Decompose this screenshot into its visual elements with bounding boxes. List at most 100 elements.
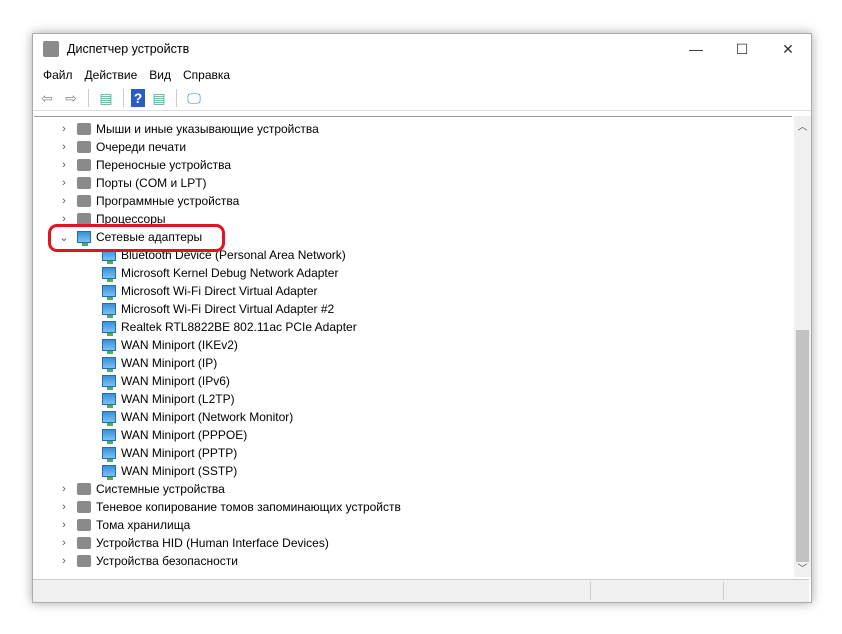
device-category-icon <box>77 123 91 135</box>
tree-item-label: WAN Miniport (Network Monitor) <box>121 410 294 424</box>
menu-help[interactable]: Справка <box>177 68 236 82</box>
tree-category[interactable]: › Системные устройства <box>57 480 225 498</box>
tree-item-label: Тома хранилища <box>96 518 191 532</box>
device-category-icon <box>77 195 91 207</box>
tree-item-label: Системные устройства <box>96 482 225 496</box>
tree-item-label: WAN Miniport (SSTP) <box>121 464 238 478</box>
tree-category[interactable]: › Тома хранилища <box>57 516 190 534</box>
network-adapter-item[interactable]: WAN Miniport (IPv6) <box>96 372 230 390</box>
device-category-icon <box>77 537 91 549</box>
device-category-icon <box>77 177 91 189</box>
network-adapter-item[interactable]: WAN Miniport (SSTP) <box>96 462 237 480</box>
vertical-scrollbar[interactable]: ︿ ﹀ <box>794 116 811 577</box>
network-adapter-icon <box>102 321 116 336</box>
toolbar-separator <box>123 89 124 107</box>
chevron-right-icon[interactable]: › <box>57 555 71 567</box>
menu-bar: Файл Действие Вид Справка <box>33 64 811 86</box>
tree-item-label: Очереди печати <box>96 140 187 154</box>
highlight-annotation <box>48 224 225 252</box>
tree-category[interactable]: › Переносные устройства <box>57 156 231 174</box>
tree-item-label: WAN Miniport (PPPOE) <box>121 428 248 442</box>
chevron-right-icon[interactable]: › <box>57 519 71 531</box>
tree-category[interactable]: › Программные устройства <box>57 192 239 210</box>
tree-item-label: Мыши и иные указывающие устройства <box>96 122 319 136</box>
scrollbar-thumb[interactable] <box>796 330 809 562</box>
chevron-right-icon[interactable]: › <box>57 159 71 171</box>
device-tree: › Мыши и иные указывающие устройства › Очер… <box>34 116 792 578</box>
scroll-down-icon[interactable]: ﹀ <box>794 560 811 575</box>
back-icon[interactable]: ⇦ <box>37 89 57 107</box>
network-adapter-item[interactable]: Realtek RTL8822BE 802.11ac PCIe Adapter <box>96 318 357 336</box>
tree-category[interactable]: › Порты (COM и LPT) <box>57 174 207 192</box>
device-manager-window: Диспетчер устройств — ☐ ✕ Файл Действие … <box>32 33 812 603</box>
network-adapter-icon <box>102 375 116 390</box>
tree-item-label: Переносные устройства <box>96 158 232 172</box>
update-driver-icon[interactable]: ▤ <box>149 89 169 107</box>
tree-item-label: Microsoft Wi-Fi Direct Virtual Adapter #… <box>121 302 335 316</box>
toolbar: ⇦ ⇨ ▤ ? ▤ 🖵 <box>33 86 811 111</box>
menu-view[interactable]: Вид <box>143 68 177 82</box>
device-category-icon <box>77 501 91 513</box>
network-adapter-item[interactable]: WAN Miniport (PPPOE) <box>96 426 247 444</box>
tree-item-label: Microsoft Kernel Debug Network Adapter <box>121 266 339 280</box>
network-adapter-item[interactable]: WAN Miniport (L2TP) <box>96 390 235 408</box>
tree-item-label: WAN Miniport (IPv6) <box>121 374 230 388</box>
chevron-right-icon[interactable]: › <box>57 195 71 207</box>
chevron-right-icon[interactable]: › <box>57 177 71 189</box>
network-adapter-icon <box>102 285 116 300</box>
tree-item-label: WAN Miniport (IKEv2) <box>121 338 238 352</box>
forward-icon[interactable]: ⇨ <box>61 89 81 107</box>
network-adapter-icon <box>102 411 116 426</box>
status-bar <box>33 579 809 602</box>
help-icon[interactable]: ? <box>131 89 145 107</box>
device-category-icon <box>77 159 91 171</box>
scroll-up-icon[interactable]: ︿ <box>794 118 811 133</box>
tree-category[interactable]: › Устройства безопасности <box>57 552 238 570</box>
tree-item-label: Realtek RTL8822BE 802.11ac PCIe Adapter <box>121 320 357 334</box>
chevron-right-icon[interactable]: › <box>57 141 71 153</box>
chevron-right-icon[interactable]: › <box>57 483 71 495</box>
tree-item-label: Программные устройства <box>96 194 240 208</box>
network-adapter-item[interactable]: WAN Miniport (Network Monitor) <box>96 408 293 426</box>
device-category-icon <box>77 519 91 531</box>
scan-hardware-icon[interactable]: 🖵 <box>184 89 204 107</box>
tree-item-label: Устройства безопасности <box>96 554 238 568</box>
chevron-right-icon[interactable]: › <box>57 501 71 513</box>
network-adapter-item[interactable]: Microsoft Wi-Fi Direct Virtual Adapter #… <box>96 300 334 318</box>
network-adapter-item[interactable]: Microsoft Kernel Debug Network Adapter <box>96 264 338 282</box>
device-category-icon <box>77 483 91 495</box>
tree-item-label: Порты (COM и LPT) <box>96 176 207 190</box>
network-adapter-item[interactable]: WAN Miniport (IP) <box>96 354 217 372</box>
tree-item-label: WAN Miniport (PPTP) <box>121 446 238 460</box>
window-title: Диспетчер устройств <box>67 42 190 56</box>
close-button[interactable]: ✕ <box>765 34 811 64</box>
tree-item-label: WAN Miniport (IP) <box>121 356 218 370</box>
network-adapter-item[interactable]: WAN Miniport (IKEv2) <box>96 336 238 354</box>
network-adapter-item[interactable]: WAN Miniport (PPTP) <box>96 444 237 462</box>
chevron-right-icon[interactable]: › <box>57 123 71 135</box>
toolbar-separator <box>88 89 89 107</box>
network-adapter-icon <box>102 429 116 444</box>
minimize-button[interactable]: — <box>673 34 719 64</box>
menu-action[interactable]: Действие <box>79 68 144 82</box>
device-category-icon <box>77 141 91 153</box>
device-manager-icon <box>43 41 59 57</box>
maximize-button[interactable]: ☐ <box>719 34 765 64</box>
tree-category[interactable]: › Мыши и иные указывающие устройства <box>57 120 319 138</box>
tree-category[interactable]: › Устройства HID (Human Interface Devices… <box>57 534 329 552</box>
tree-item-label: Устройства HID (Human Interface Devices) <box>96 536 329 550</box>
network-adapter-icon <box>102 303 116 318</box>
tree-category[interactable]: › Очереди печати <box>57 138 186 156</box>
tree-item-label: WAN Miniport (L2TP) <box>121 392 235 406</box>
network-adapter-icon <box>102 465 116 480</box>
network-adapter-icon <box>102 339 116 354</box>
network-adapter-icon <box>102 357 116 372</box>
network-adapter-item[interactable]: Microsoft Wi-Fi Direct Virtual Adapter <box>96 282 318 300</box>
tree-item-label: Microsoft Wi-Fi Direct Virtual Adapter <box>121 284 318 298</box>
network-adapter-icon <box>102 393 116 408</box>
tree-category[interactable]: › Теневое копирование томов запоминающих … <box>57 498 401 516</box>
properties-icon[interactable]: ▤ <box>96 89 116 107</box>
chevron-right-icon[interactable]: › <box>57 537 71 549</box>
menu-file[interactable]: Файл <box>37 68 79 82</box>
network-adapter-icon <box>102 447 116 462</box>
